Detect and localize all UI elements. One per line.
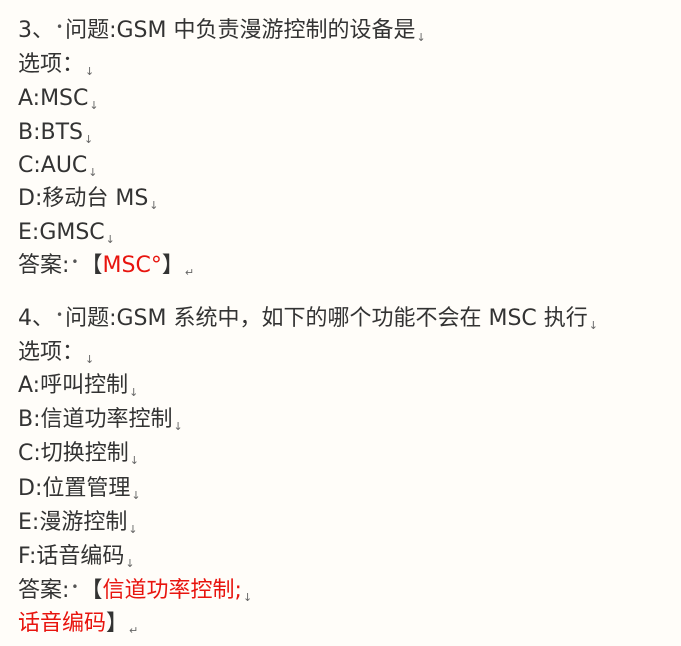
return-mark-icon: ↵ <box>129 624 139 637</box>
question-4-title: 4、 •问题:GSM 系统中，如下的哪个功能不会在 MSC 执行↓ <box>18 304 598 337</box>
answer-continuation: 话音编码】↵ <box>18 609 138 642</box>
return-mark-icon: ↵ <box>184 266 195 279</box>
answer-value-part1: 信道功率控制; <box>102 578 242 603</box>
paragraph-mark-icon: ↓ <box>84 133 94 146</box>
bracket-close: 】 <box>161 253 184 278</box>
bullet-dot: • <box>71 255 79 269</box>
option-item: E:漫游控制↓ <box>18 510 138 536</box>
paragraph-mark-icon: ↓ <box>85 353 95 366</box>
question-text: 问题:GSM 中负责漫游控制的设备是 <box>65 18 416 43</box>
answer-line: 答案: •【信道功率控制;↓ <box>18 576 252 609</box>
option-item: A:MSC↓ <box>18 86 99 112</box>
paragraph-mark-icon: ↓ <box>131 489 141 502</box>
question-number: 3、 <box>18 18 54 43</box>
paragraph-mark-icon: ↓ <box>416 31 426 44</box>
option-item: F:话音编码↓ <box>18 544 135 570</box>
answer-label: 答案: <box>18 578 70 603</box>
paragraph-mark-icon: ↓ <box>89 99 99 112</box>
option-item: A:呼叫控制↓ <box>18 373 139 399</box>
paragraph-mark-icon: ↓ <box>242 591 253 604</box>
option-item: D:移动台 MS↓ <box>18 186 159 212</box>
option-item: D:位置管理↓ <box>18 476 141 502</box>
paragraph-mark-icon: ↓ <box>128 523 138 536</box>
options-label: 选项：↓ <box>18 340 95 366</box>
document-page: 3、 •问题:GSM 中负责漫游控制的设备是↓ 选项：↓ A:MSC↓ B:BTS… <box>0 0 681 646</box>
answer-value: MSC° <box>102 253 162 278</box>
bracket-close: 】 <box>106 611 129 636</box>
bullet-dot: • <box>71 580 79 594</box>
paragraph-mark-icon: ↓ <box>88 166 98 179</box>
question-number: 4、 <box>18 306 54 331</box>
bullet-dot: • <box>56 308 64 322</box>
bullet-dot: • <box>56 20 64 34</box>
option-item: E:GMSC↓ <box>18 220 115 246</box>
bracket-open: 【 <box>80 578 103 603</box>
paragraph-mark-icon: ↓ <box>588 319 598 332</box>
option-item: B:BTS↓ <box>18 120 94 146</box>
options-label: 选项：↓ <box>18 52 95 78</box>
paragraph-mark-icon: ↓ <box>149 199 159 212</box>
paragraph-mark-icon: ↓ <box>125 557 135 570</box>
answer-value-part2: 话音编码 <box>18 611 107 636</box>
option-item: C:切换控制↓ <box>18 441 139 467</box>
paragraph-mark-icon: ↓ <box>85 65 95 78</box>
paragraph-mark-icon: ↓ <box>129 386 139 399</box>
question-3-title: 3、 •问题:GSM 中负责漫游控制的设备是↓ <box>18 16 426 49</box>
paragraph-mark-icon: ↓ <box>105 233 115 246</box>
bracket-open: 【 <box>80 253 103 278</box>
option-item: B:信道功率控制↓ <box>18 407 183 433</box>
question-text: 问题:GSM 系统中，如下的哪个功能不会在 MSC 执行 <box>65 306 588 331</box>
option-item: C:AUC↓ <box>18 153 98 179</box>
paragraph-mark-icon: ↓ <box>129 454 139 467</box>
answer-line: 答案: •【MSC°】↵ <box>18 251 194 284</box>
paragraph-mark-icon: ↓ <box>173 420 183 433</box>
answer-label: 答案: <box>18 253 70 278</box>
